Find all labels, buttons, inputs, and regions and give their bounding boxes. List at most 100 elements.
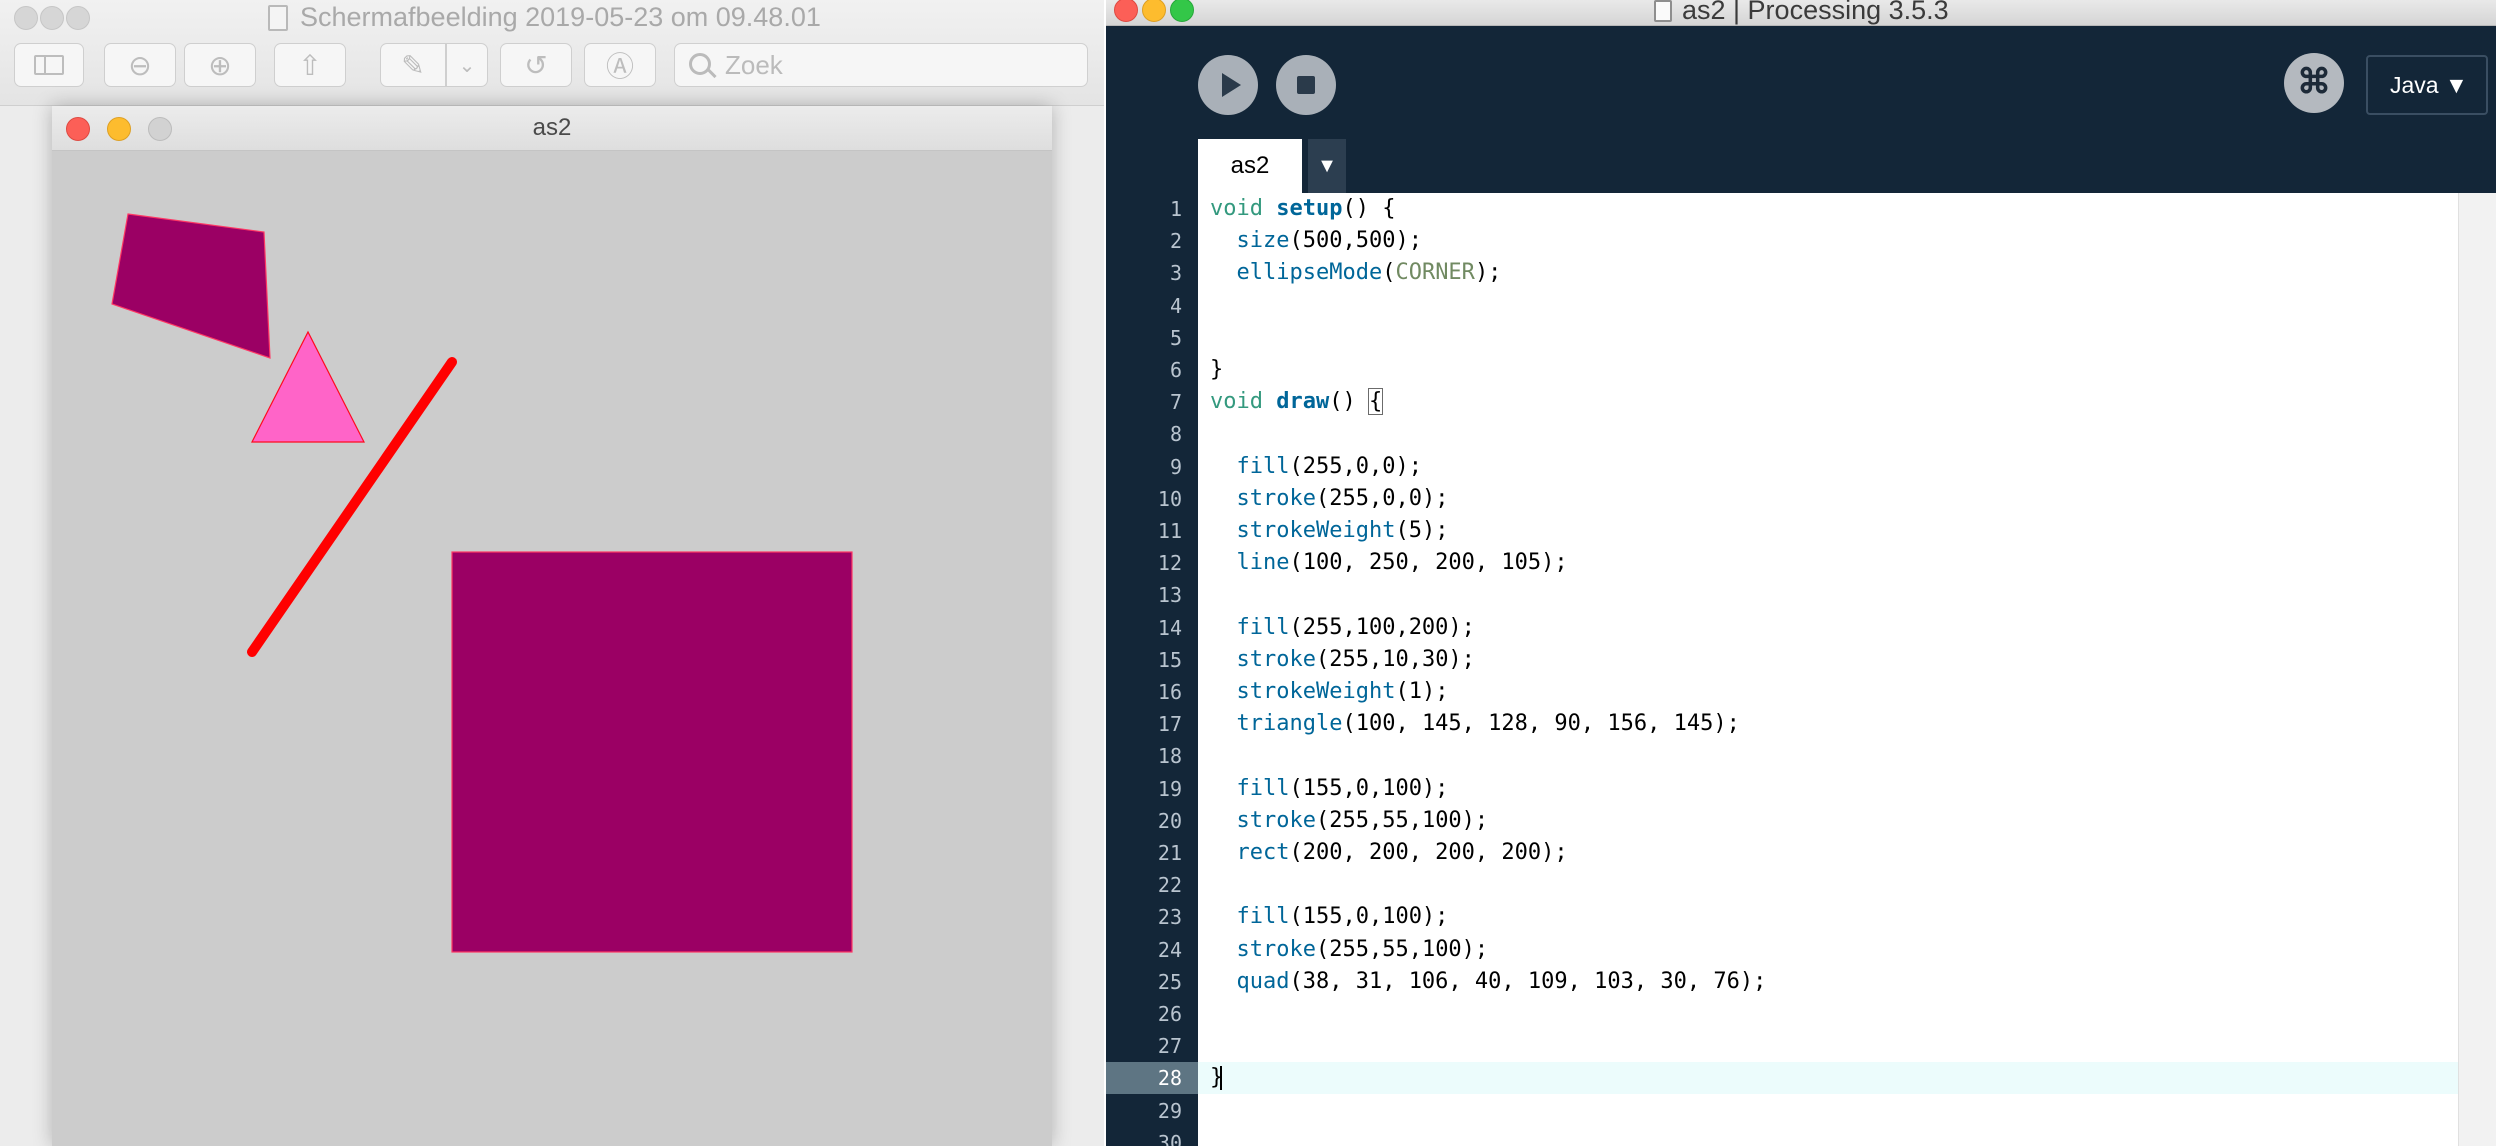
tab-menu-button[interactable]: ▼: [1308, 139, 1346, 193]
editor-scrollbar[interactable]: [2458, 193, 2496, 1146]
line-number: 9: [1169, 454, 1182, 479]
code-line[interactable]: ellipseMode(CORNER);: [1198, 257, 2458, 289]
markup-toolbar-button[interactable]: Ⓐ: [584, 43, 656, 87]
code-line[interactable]: line(100, 250, 200, 105);: [1198, 547, 2458, 579]
share-icon: ⇧: [298, 49, 322, 81]
code-line[interactable]: [1198, 290, 2458, 322]
line-number: 19: [1157, 776, 1182, 801]
line-number: 16: [1157, 680, 1182, 704]
line-number: 18: [1157, 744, 1182, 769]
rotate-icon: ↺: [524, 49, 548, 81]
preview-window-title: Schermafbeelding 2019-05-23 om 09.48.01: [300, 2, 821, 32]
markup-pen-button[interactable]: ✎: [380, 43, 446, 87]
debug-button[interactable]: ⌘: [2284, 53, 2344, 113]
code-line[interactable]: triangle(100, 145, 128, 90, 156, 145);: [1198, 708, 2458, 740]
sketch-quad: [111, 213, 271, 359]
triangle-down-icon: ▼: [1317, 155, 1337, 177]
code-line[interactable]: size(500,500);: [1198, 225, 2458, 257]
search-placeholder: Zoek: [725, 50, 783, 80]
code-line[interactable]: [1198, 322, 2458, 354]
code-line[interactable]: fill(255,100,200);: [1198, 612, 2458, 644]
code-line[interactable]: stroke(255,55,100);: [1198, 805, 2458, 837]
line-number: 14: [1157, 615, 1182, 640]
document-icon: [1654, 0, 1672, 22]
zoom-out-icon: ⊖: [128, 49, 152, 81]
code-line[interactable]: fill(255,0,0);: [1198, 451, 2458, 483]
sketch-titlebar: as2: [52, 106, 1052, 151]
code-line[interactable]: [1198, 1030, 2458, 1062]
line-number: 11: [1157, 519, 1182, 543]
code-line[interactable]: [1198, 1095, 2458, 1127]
markup-pen-icon: ✎: [401, 49, 425, 81]
line-number: 22: [1157, 873, 1182, 898]
run-button[interactable]: [1198, 55, 1258, 115]
line-number: 5: [1169, 325, 1182, 350]
code-line[interactable]: fill(155,0,100);: [1198, 773, 2458, 805]
code-line[interactable]: fill(155,0,100);: [1198, 901, 2458, 933]
line-number: 30: [1157, 1130, 1182, 1146]
share-button[interactable]: ⇧: [274, 43, 346, 87]
ide-minimize-button[interactable]: [1142, 0, 1166, 22]
ide-titlebar: as2 | Processing 3.5.3: [1106, 0, 2496, 26]
stop-button[interactable]: [1276, 55, 1336, 115]
line-number: 13: [1157, 583, 1182, 608]
markup-toolbar-icon: Ⓐ: [605, 51, 634, 82]
code-line[interactable]: void setup() {: [1198, 193, 2458, 225]
code-line[interactable]: [1198, 869, 2458, 901]
code-line[interactable]: void draw() {: [1198, 386, 2458, 418]
code-line[interactable]: [1198, 1127, 2458, 1146]
sketch-window: as2: [52, 106, 1052, 1146]
code-line[interactable]: [1198, 579, 2458, 611]
line-number: 29: [1157, 1098, 1182, 1123]
tab-as2[interactable]: as2: [1198, 139, 1302, 193]
code-line[interactable]: strokeWeight(5);: [1198, 515, 2458, 547]
minimize-window-button[interactable]: [40, 6, 64, 30]
ide-window-title: as2 | Processing 3.5.3: [1682, 0, 1949, 25]
sketch-window-title: as2: [532, 114, 572, 141]
rotate-button[interactable]: ↺: [500, 43, 572, 87]
zoom-in-button[interactable]: ⊕: [184, 43, 256, 87]
close-window-button[interactable]: [14, 6, 38, 30]
mode-select[interactable]: Java ▼: [2366, 55, 2488, 115]
zoom-in-icon: ⊕: [208, 49, 232, 81]
sketch-canvas[interactable]: [52, 152, 1052, 1146]
line-number: 3: [1169, 261, 1182, 286]
search-field[interactable]: Zoek: [674, 43, 1088, 87]
line-number: 7: [1169, 390, 1182, 415]
code-line[interactable]: [1198, 418, 2458, 450]
line-number: 2: [1169, 229, 1182, 254]
markup-menu-button[interactable]: ⌄: [446, 43, 488, 87]
line-number: 10: [1157, 486, 1182, 511]
code-line[interactable]: rect(200, 200, 200, 200);: [1198, 837, 2458, 869]
search-icon: [689, 53, 711, 75]
code-line[interactable]: [1198, 740, 2458, 772]
code-line[interactable]: }: [1198, 354, 2458, 386]
line-number: 26: [1157, 1002, 1182, 1026]
code-line[interactable]: quad(38, 31, 106, 40, 109, 103, 30, 76);: [1198, 966, 2458, 998]
sidebar-toggle-button[interactable]: [14, 43, 84, 87]
line-number: 24: [1157, 937, 1182, 962]
sketch-rect: [451, 551, 853, 953]
document-icon: [268, 5, 288, 31]
code-line[interactable]: [1198, 998, 2458, 1030]
code-line[interactable]: stroke(255,0,0);: [1198, 483, 2458, 515]
line-number: 8: [1169, 422, 1182, 447]
chevron-down-icon: ⌄: [458, 54, 476, 77]
code-line[interactable]: stroke(255,55,100);: [1198, 934, 2458, 966]
line-number: 20: [1157, 808, 1182, 833]
line-number: 1: [1169, 197, 1182, 221]
code-line[interactable]: }: [1198, 1062, 2458, 1095]
line-number-gutter: 1 2 3 4 5 6 7 8 9 10 11 12 13 14 15 16 17 18 19 20 21 22 23 24 2…: [1106, 193, 1198, 1146]
ide-zoom-button[interactable]: [1170, 0, 1194, 22]
line-number: 23: [1157, 905, 1182, 930]
code-line[interactable]: stroke(255,10,30);: [1198, 644, 2458, 676]
code-line[interactable]: strokeWeight(1);: [1198, 676, 2458, 708]
line-number: 15: [1157, 647, 1182, 672]
code-editor[interactable]: void setup() { size(500,500); ellipseMod…: [1198, 193, 2458, 1146]
sketch-drawing: [111, 213, 853, 953]
line-number: 12: [1157, 551, 1182, 576]
zoom-out-button[interactable]: ⊖: [104, 43, 176, 87]
zoom-window-button[interactable]: [66, 6, 90, 30]
line-number: 25: [1157, 969, 1182, 994]
ide-close-button[interactable]: [1114, 0, 1138, 22]
